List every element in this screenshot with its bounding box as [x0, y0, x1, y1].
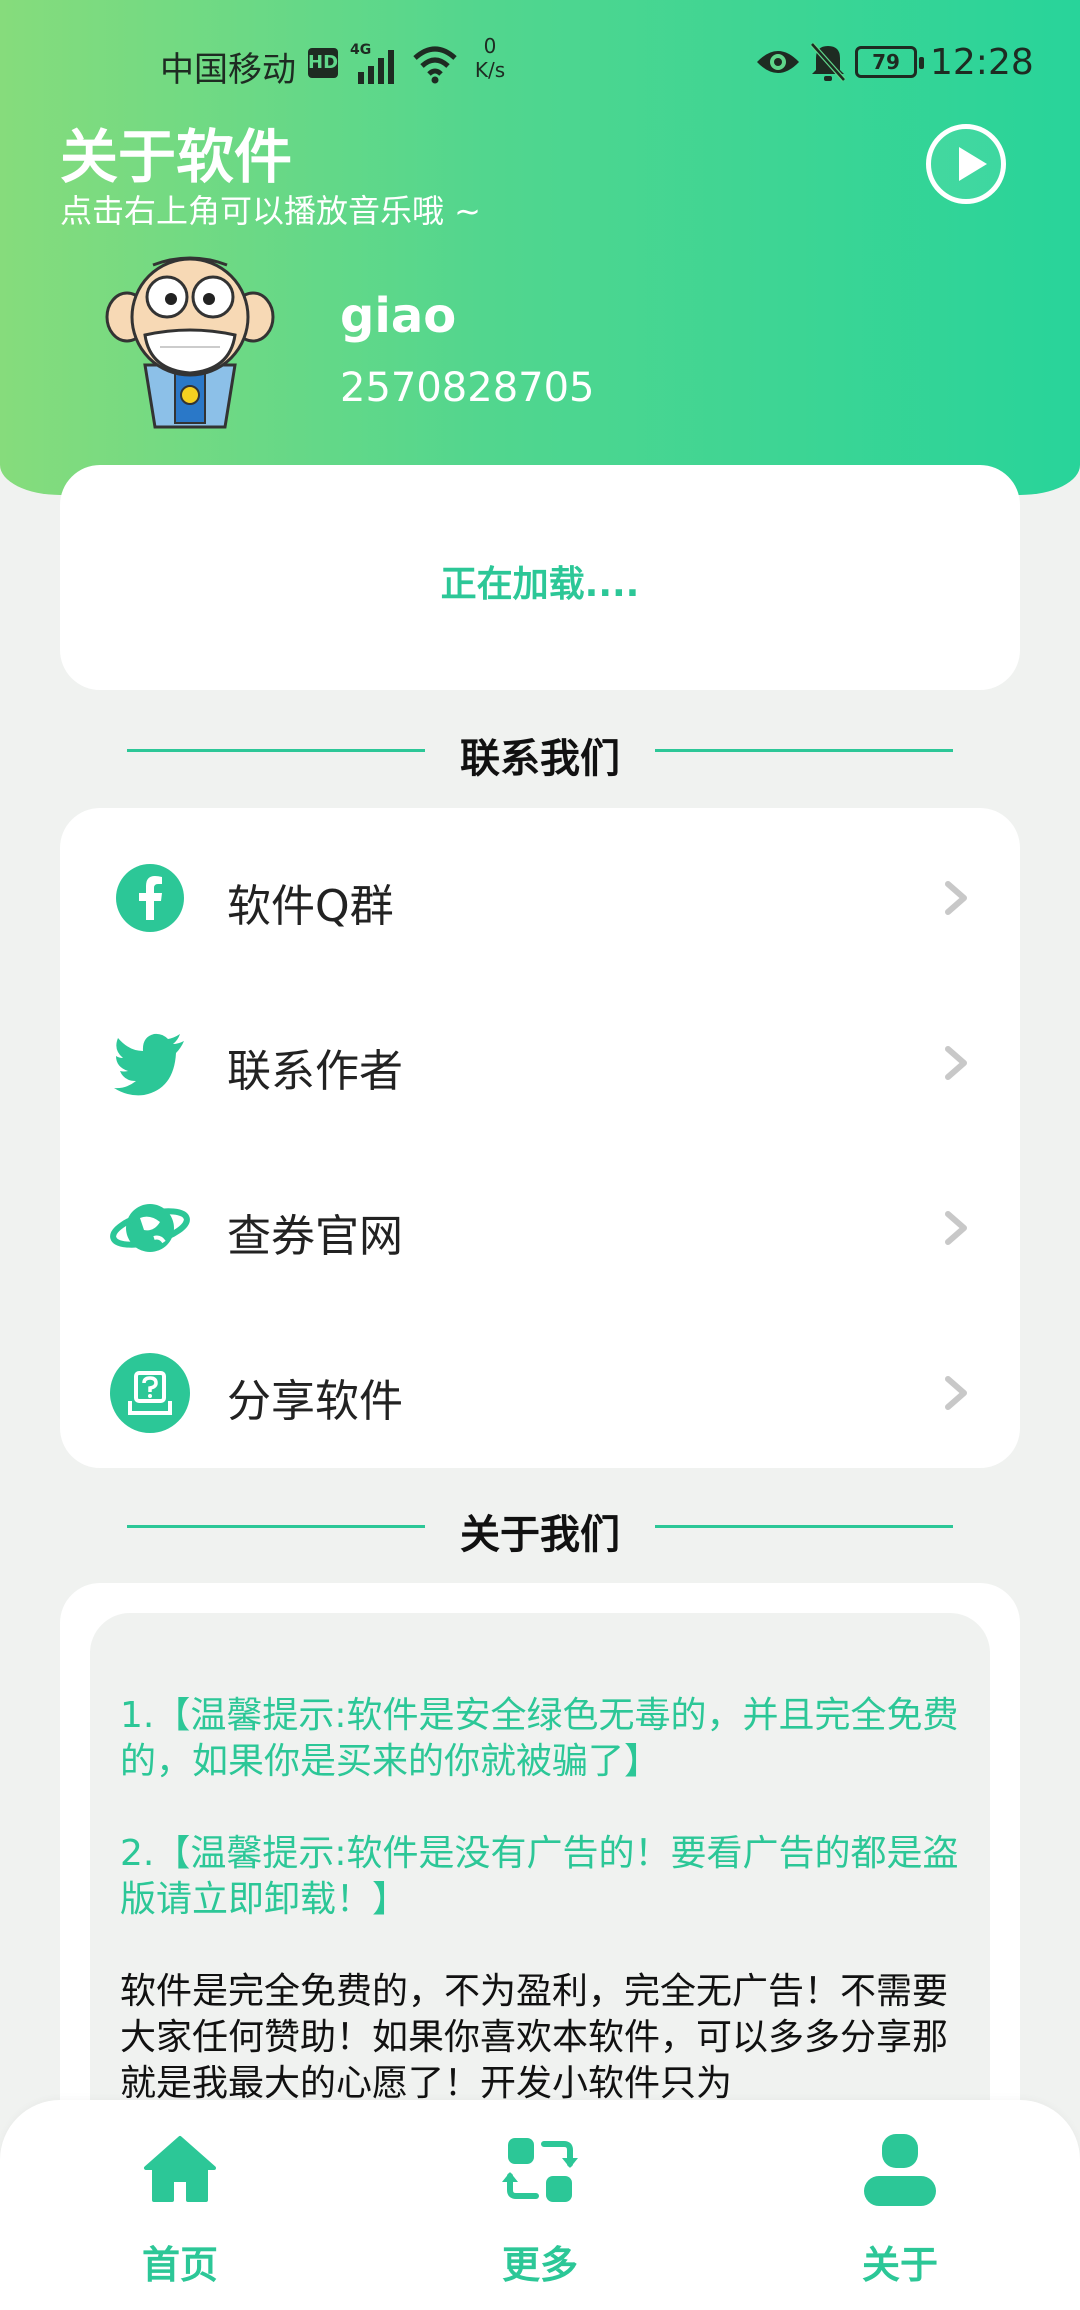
about-section-title: 关于我们: [0, 1496, 1080, 1558]
nav-label: 关于: [861, 2243, 938, 2287]
wifi-icon: [413, 46, 457, 84]
nav-more[interactable]: 更多: [440, 2130, 640, 2300]
about-paragraph: 1.【温馨提示:软件是安全绿色无毒的，并且完全免费的，如果你是买来的你就被骗了】: [120, 1695, 959, 1782]
contact-item-author[interactable]: 联系作者: [60, 983, 1020, 1143]
chevron-right-icon: [945, 1211, 967, 1245]
battery-icon: 79: [855, 46, 924, 78]
network-speed: 0 K/s: [474, 34, 506, 82]
user-icon: [864, 2134, 936, 2206]
status-bar: 中国移动 HD 4G 0 K/s 79 12:28: [0, 30, 1080, 100]
contact-card: 软件Q群 联系作者 查券官网 分享软件: [60, 808, 1020, 1468]
swap-icon: [502, 2138, 578, 2202]
user-id: 2570828705: [340, 365, 595, 411]
help-box-icon: [110, 1353, 190, 1433]
hd-icon: HD: [308, 48, 338, 78]
twitter-icon: [114, 1033, 184, 1096]
carrier-label: 中国移动: [160, 50, 296, 90]
section-title-text: 联系我们: [460, 736, 620, 782]
home-icon: [144, 2136, 216, 2202]
bottom-nav: 首页 更多 关于: [0, 2100, 1080, 2310]
contact-item-label: 分享软件: [227, 1376, 403, 1427]
bell-off-icon: [810, 42, 846, 82]
contact-item-label: 查券官网: [227, 1211, 403, 1262]
contact-item-label: 软件Q群: [227, 881, 394, 932]
play-music-button[interactable]: [926, 124, 1006, 204]
contact-section-title: 联系我们: [0, 720, 1080, 782]
contact-item-website[interactable]: 查券官网: [60, 1148, 1020, 1308]
about-paragraph: 2.【温馨提示:软件是没有广告的！要看广告的都是盗版请立即卸载！】: [120, 1833, 959, 1920]
clock: 12:28: [930, 42, 1034, 83]
user-name: giao: [340, 288, 457, 344]
chevron-right-icon: [945, 881, 967, 915]
planet-icon: [110, 1204, 190, 1252]
about-paragraph: 软件是完全免费的，不为盈利，完全无广告！不需要大家任何赞助！如果你喜欢本软件，可…: [120, 1971, 949, 2104]
nav-about[interactable]: 关于: [800, 2130, 1000, 2300]
page-title: 关于软件: [60, 123, 293, 191]
page-subtitle: 点击右上角可以播放音乐哦 ~: [60, 192, 481, 230]
section-title-text: 关于我们: [460, 1512, 620, 1558]
contact-item-share[interactable]: 分享软件: [60, 1313, 1020, 1473]
loading-text: 正在加载....: [440, 564, 640, 605]
nav-home[interactable]: 首页: [80, 2130, 280, 2300]
divider-right: [655, 749, 953, 752]
svg-text:4G: 4G: [350, 42, 371, 58]
facebook-icon: [116, 864, 184, 932]
avatar[interactable]: [105, 255, 275, 430]
nav-label: 更多: [501, 2243, 578, 2287]
eye-icon: [757, 51, 799, 73]
contact-item-label: 联系作者: [227, 1046, 403, 1097]
chevron-right-icon: [945, 1046, 967, 1080]
contact-item-qq-group[interactable]: 软件Q群: [60, 818, 1020, 978]
announcement-card: 正在加载....: [60, 465, 1020, 690]
divider-right: [655, 1525, 953, 1528]
chevron-right-icon: [945, 1376, 967, 1410]
nav-label: 首页: [141, 2243, 218, 2287]
signal-icon: 4G: [350, 42, 394, 84]
